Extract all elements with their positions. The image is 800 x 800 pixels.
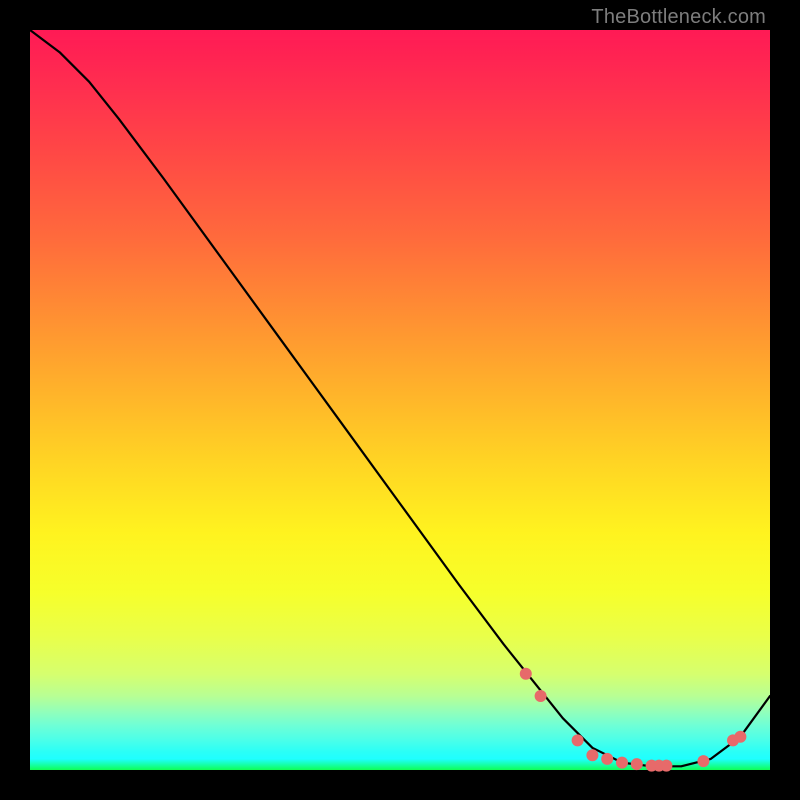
curve-marker xyxy=(631,758,643,770)
watermark-text: TheBottleneck.com xyxy=(591,6,766,29)
curve-marker xyxy=(697,755,709,767)
curve-svg xyxy=(30,30,770,770)
curve-marker xyxy=(520,668,532,680)
curve-marker xyxy=(734,731,746,743)
curve-marker xyxy=(586,749,598,761)
chart-container: TheBottleneck.com xyxy=(0,0,800,800)
curve-marker xyxy=(572,734,584,746)
curve-marker xyxy=(601,753,613,765)
bottleneck-curve xyxy=(30,30,770,766)
plot-area xyxy=(30,30,770,770)
curve-marker xyxy=(660,760,672,772)
curve-marker xyxy=(535,690,547,702)
curve-marker xyxy=(616,757,628,769)
curve-markers xyxy=(520,668,747,772)
